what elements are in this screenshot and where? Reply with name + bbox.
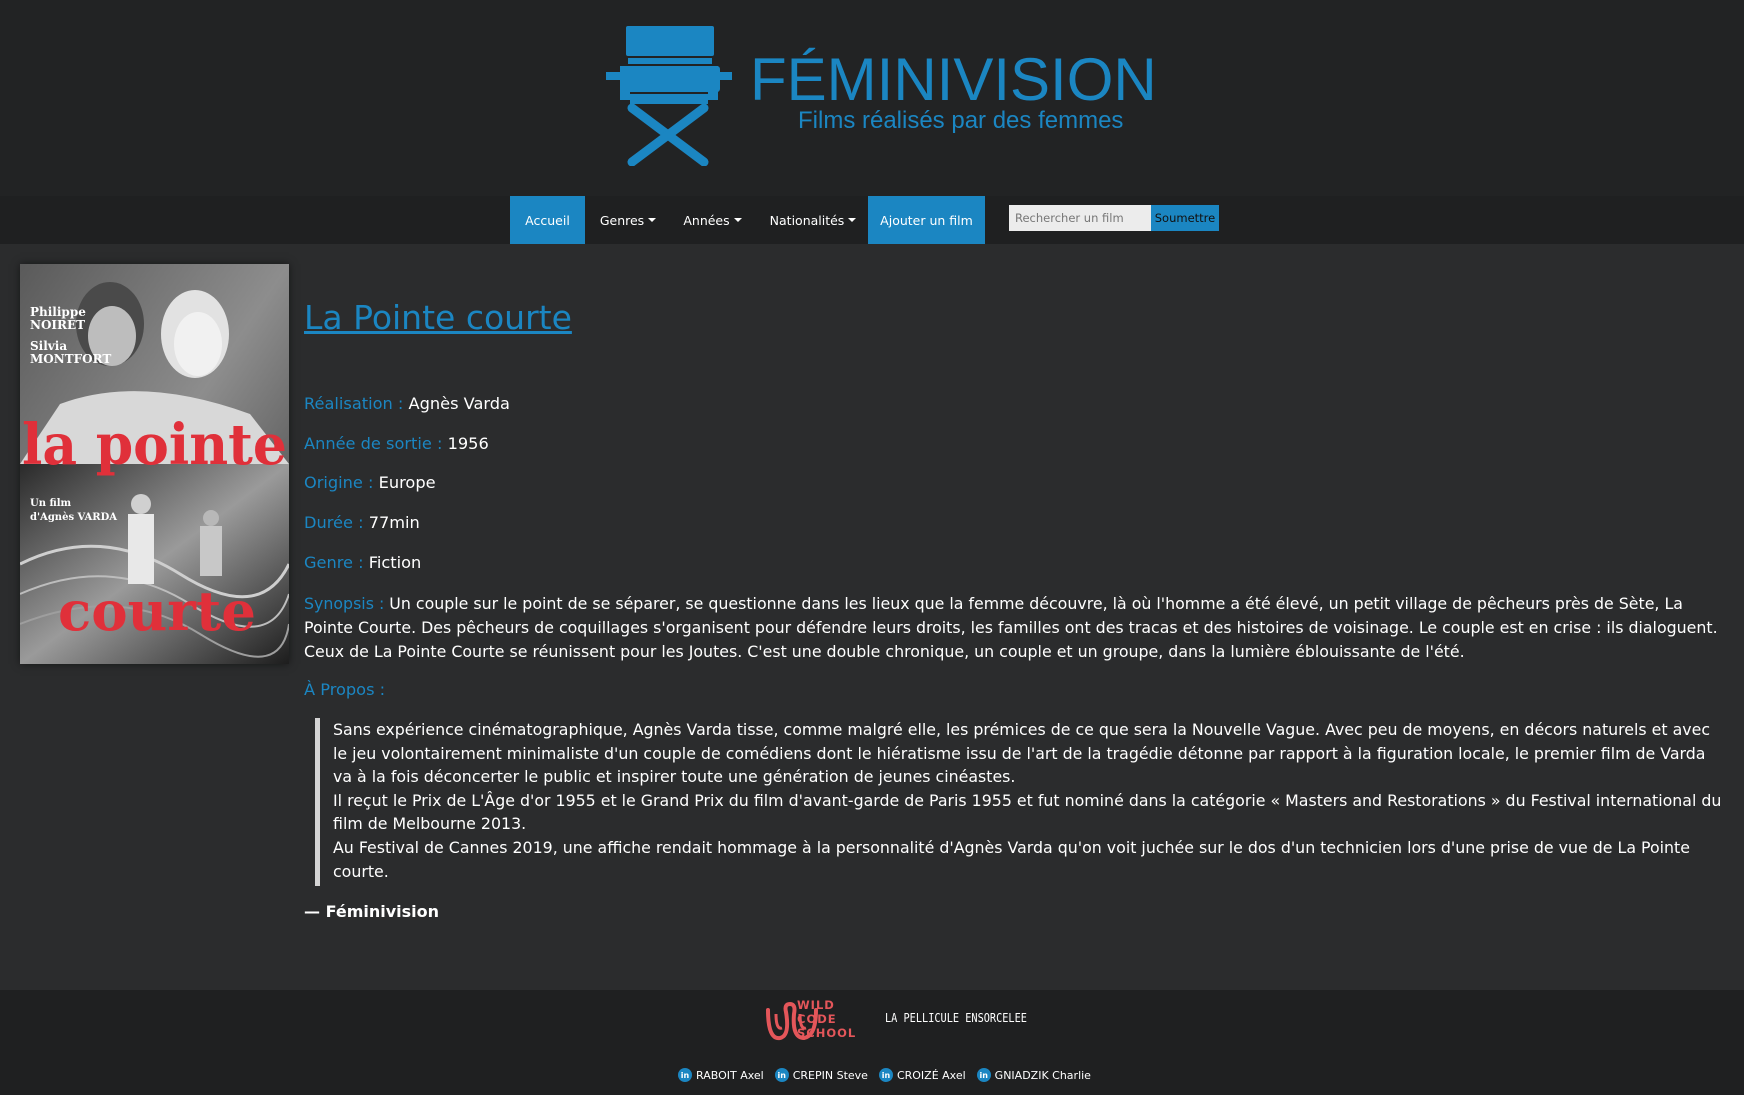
linkedin-icon: in — [774, 1068, 789, 1082]
field-value: Europe — [378, 473, 436, 492]
poster-title-bottom: courte — [58, 579, 256, 643]
poster-credit-line1: Un film — [30, 498, 72, 509]
nav-nationalites-dropdown[interactable]: Nationalités — [766, 196, 860, 244]
nav-accueil[interactable]: Accueil — [510, 196, 585, 244]
poster-title-top: la pointe — [22, 412, 287, 478]
film-title-link[interactable]: La Pointe courte — [304, 296, 572, 340]
site-header: FÉMINIVISION Films réalisés par des femm… — [0, 0, 1744, 196]
field-duree: Durée : 77min — [304, 512, 420, 534]
team-credits: in RABOIT Axel in CREPIN Steve in CROIZÉ… — [678, 1066, 1091, 1084]
directors-chair-logo-icon[interactable] — [606, 22, 732, 166]
synopsis-text: Un couple sur le point de se séparer, se… — [304, 594, 1718, 661]
la-pellicule-ensorcelee-logo[interactable]: LA PELLICULE ENSORCELEE — [885, 1010, 1027, 1025]
field-value: 1956 — [447, 434, 489, 453]
search-input[interactable] — [1009, 205, 1151, 231]
apropos-blockquote: Sans expérience cinématographique, Agnès… — [315, 718, 1727, 886]
apropos-paragraph: Il reçut le Prix de L'Âge d'or 1955 et l… — [333, 790, 1722, 834]
wcs-word: CODE — [797, 1012, 837, 1026]
linkedin-icon: in — [878, 1068, 893, 1082]
nav-genres-label: Genres — [599, 212, 645, 228]
field-value: Fiction — [368, 553, 422, 572]
field-value: 77min — [368, 513, 420, 532]
caret-down-icon — [733, 218, 742, 222]
field-origine: Origine : Europe — [304, 472, 436, 494]
nav-ajouter-film[interactable]: Ajouter un film — [868, 196, 985, 244]
nav-annees-dropdown[interactable]: Années — [677, 196, 748, 244]
credit-name: GNIADZIK Charlie — [994, 1068, 1091, 1082]
nav-annees-label: Années — [683, 212, 730, 228]
linkedin-icon: in — [678, 1068, 692, 1082]
credit-link[interactable]: in CROIZÉ Axel — [878, 1068, 966, 1082]
site-tagline: Films réalisés par des femmes — [798, 107, 1124, 134]
field-label: Durée : — [304, 513, 369, 532]
main-navbar: Accueil Genres Années Nationalités Ajout… — [0, 196, 1744, 244]
wcs-word: WILD — [797, 998, 835, 1012]
field-label: Genre : — [304, 553, 369, 572]
synopsis-label: Synopsis : — [304, 594, 390, 613]
synopsis: Synopsis : Un couple sur le point de se … — [304, 592, 1724, 664]
wild-code-school-wordmark[interactable]: WILD CODE SCHOOL — [797, 998, 856, 1040]
nav-ajouter-label: Ajouter un film — [880, 212, 973, 228]
credit-link[interactable]: in GNIADZIK Charlie — [976, 1068, 1091, 1082]
poster-actor-1-first: Philippe — [30, 305, 86, 319]
caret-down-icon — [648, 218, 657, 222]
apropos-paragraph: Sans expérience cinématographique, Agnès… — [333, 720, 1711, 787]
credit-name: RABOIT Axel — [696, 1068, 764, 1082]
nav-accueil-label: Accueil — [525, 212, 570, 228]
field-realisation: Réalisation : Agnès Varda — [304, 393, 510, 415]
field-label: Année de sortie : — [304, 434, 448, 453]
linkedin-icon: in — [976, 1068, 991, 1082]
apropos-paragraph: Au Festival de Cannes 2019, une affiche … — [333, 837, 1690, 881]
credit-link[interactable]: in CREPIN Steve — [774, 1068, 868, 1082]
poster-actor-1-last: NOIRET — [30, 318, 85, 332]
caret-down-icon — [848, 218, 857, 222]
field-label: Origine : — [304, 473, 379, 492]
quote-source: — Féminivision — [304, 902, 440, 921]
nav-genres-dropdown[interactable]: Genres — [591, 196, 665, 244]
search-submit-button[interactable]: Soumettre — [1151, 205, 1219, 231]
field-annee: Année de sortie : 1956 — [304, 433, 489, 455]
poster-actor-2-first: Silvia — [30, 339, 67, 353]
field-value: Agnès Varda — [408, 394, 510, 413]
nav-nationalites-label: Nationalités — [769, 212, 845, 228]
field-label: Réalisation : — [304, 394, 409, 413]
credit-name: CREPIN Steve — [792, 1068, 868, 1082]
credit-name: CROIZÉ Axel — [896, 1068, 966, 1082]
film-poster: Philippe NOIRET Silvia MONTFORT la point… — [20, 264, 289, 664]
poster-actor-2-last: MONTFORT — [30, 352, 111, 366]
apropos-label: À Propos : — [304, 680, 386, 699]
poster-credit-line2: d'Agnès VARDA — [30, 512, 117, 523]
credit-link[interactable]: in RABOIT Axel — [678, 1068, 764, 1082]
field-genre: Genre : Fiction — [304, 552, 421, 574]
wcs-word: SCHOOL — [797, 1026, 857, 1040]
